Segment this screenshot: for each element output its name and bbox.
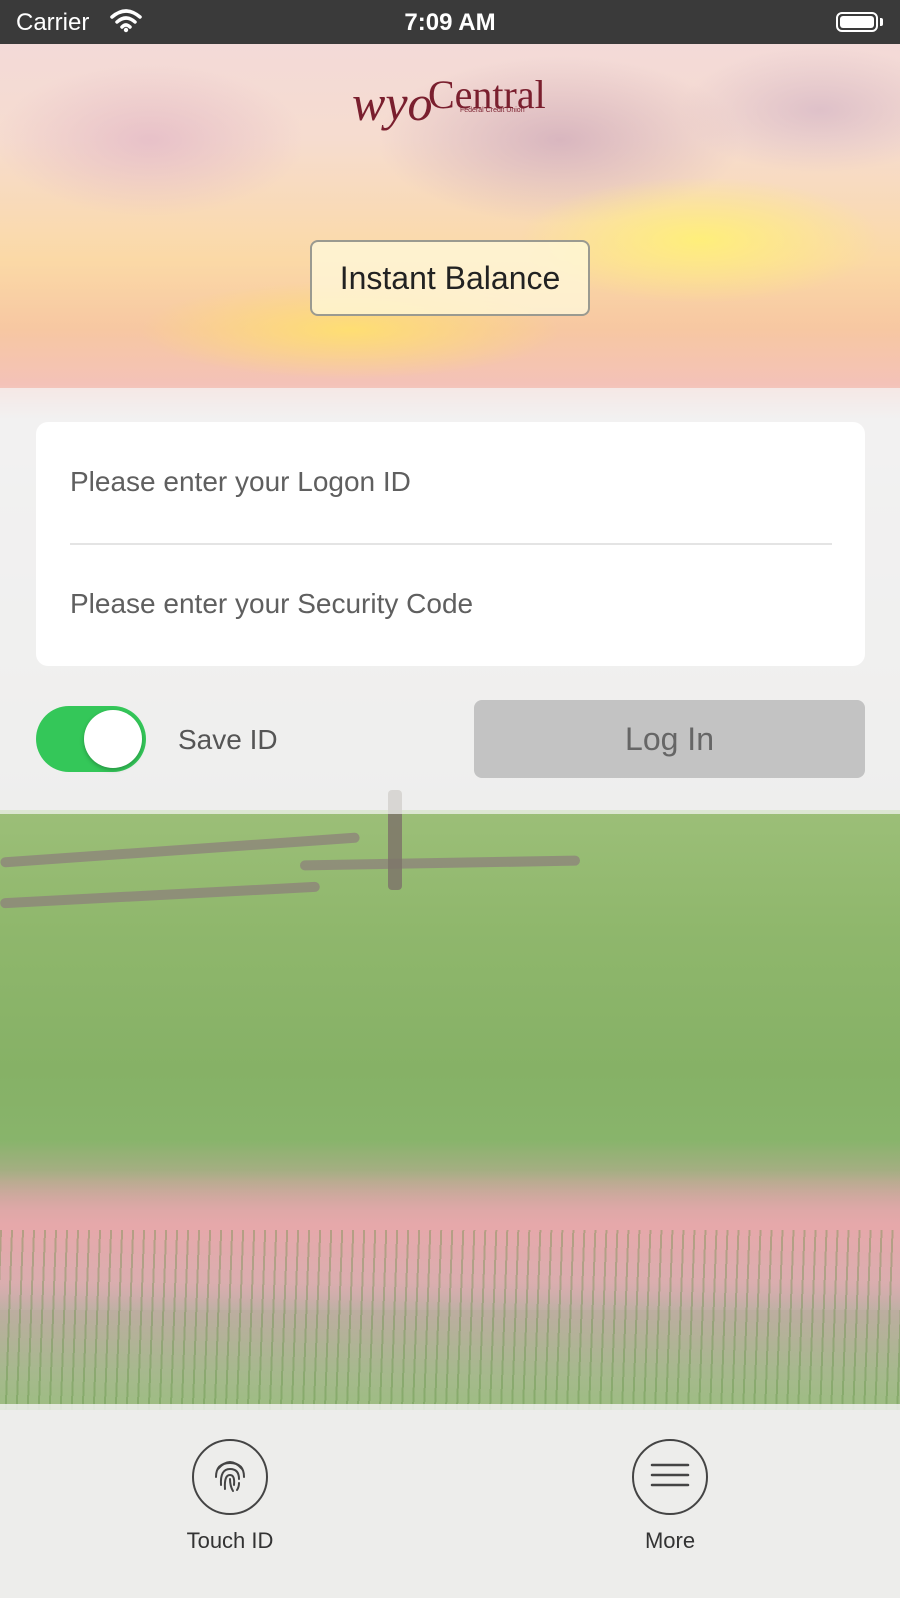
- battery-icon: [836, 12, 878, 32]
- credit-union-logo: wyo Central Federal Credit Union: [350, 62, 560, 152]
- more-button[interactable]: [632, 1439, 708, 1515]
- svg-text:wyo: wyo: [352, 75, 433, 131]
- hamburger-menu-icon: [648, 1458, 692, 1497]
- battery-tip: [880, 18, 883, 26]
- touch-id-button[interactable]: [192, 1439, 268, 1515]
- bottom-toolbar: [0, 1404, 900, 1598]
- grass-texture: [0, 1230, 900, 1410]
- svg-text:Federal Credit Union: Federal Credit Union: [460, 107, 525, 114]
- logon-id-input[interactable]: [70, 442, 832, 522]
- save-id-toggle[interactable]: [36, 706, 146, 772]
- touch-id-label: Touch ID: [186, 1528, 274, 1553]
- status-time: 7:09 AM: [404, 9, 496, 36]
- field-divider: [70, 543, 832, 545]
- more-label: More: [644, 1528, 696, 1553]
- save-id-label: Save ID: [178, 724, 278, 755]
- security-code-input[interactable]: [70, 564, 832, 644]
- log-in-button[interactable]: Log In: [474, 700, 865, 778]
- toggle-knob: [84, 710, 142, 768]
- fingerprint-icon: [208, 1453, 252, 1502]
- instant-balance-button[interactable]: Instant Balance: [310, 240, 590, 316]
- status-bar: Carrier 7:09 AM: [0, 0, 900, 44]
